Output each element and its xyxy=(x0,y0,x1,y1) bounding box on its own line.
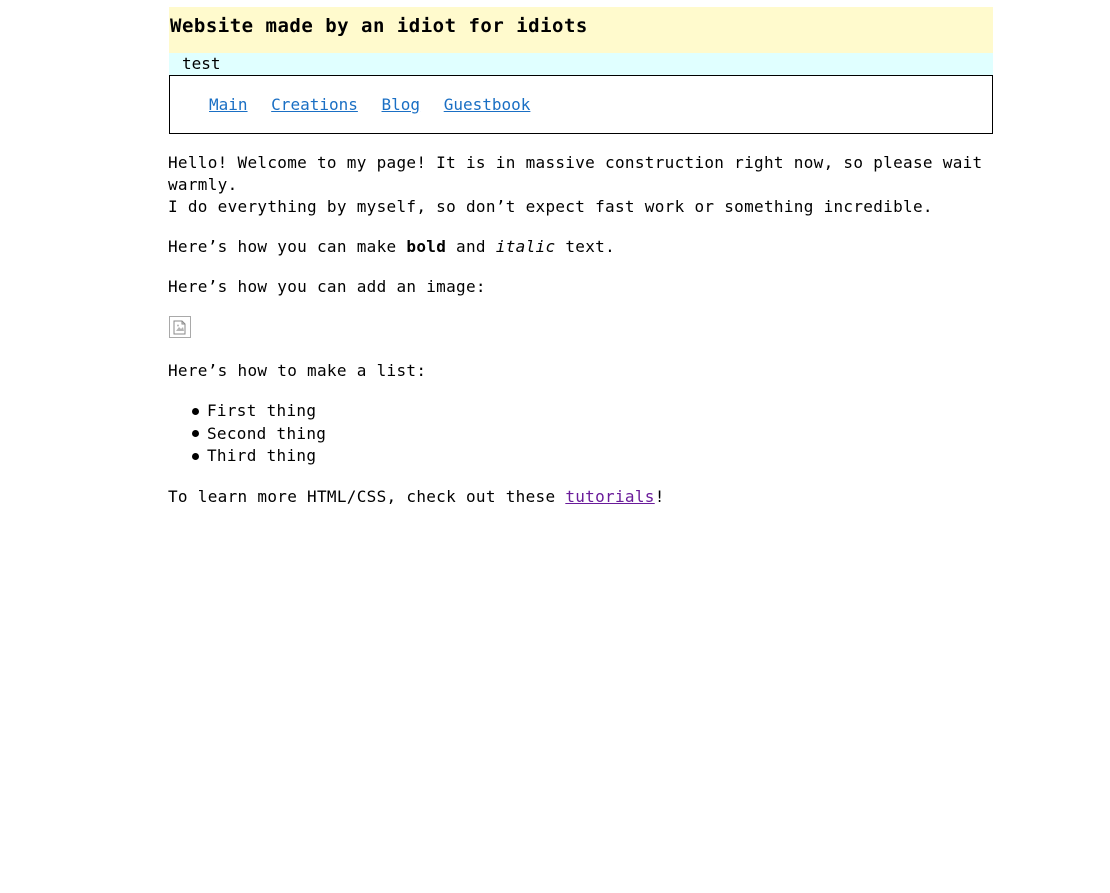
list-intro: Here’s how to make a list: xyxy=(168,361,427,380)
image-intro: Here’s how you can add an image: xyxy=(168,277,486,296)
subtitle-bar: test xyxy=(169,53,993,75)
list-item: Third thing xyxy=(192,445,993,468)
welcome-paragraph: Hello! Welcome to my page! It is in mass… xyxy=(168,152,993,218)
nav-link-blog[interactable]: Blog xyxy=(382,95,421,114)
broken-image-icon xyxy=(169,316,191,338)
list-item: Second thing xyxy=(192,423,993,446)
list-item: First thing xyxy=(192,400,993,423)
format-prefix: Here’s how you can make xyxy=(168,237,407,256)
list-item-text: First thing xyxy=(207,401,317,420)
subtitle-text: test xyxy=(182,54,221,73)
bullet-icon xyxy=(192,430,199,438)
bold-example: bold xyxy=(406,237,447,256)
format-suffix: text. xyxy=(555,237,616,256)
nav-link-main[interactable]: Main xyxy=(209,95,248,114)
welcome-line-1: Hello! Welcome to my page! It is in mass… xyxy=(168,153,983,194)
tutorials-link[interactable]: tutorials xyxy=(565,487,654,506)
list-item-text: Third thing xyxy=(207,446,317,465)
format-paragraph: Here’s how you can make bold and italic … xyxy=(168,236,993,258)
learn-suffix: ! xyxy=(654,486,665,506)
bullet-icon xyxy=(192,407,199,415)
nav-link-guestbook[interactable]: Guestbook xyxy=(444,95,531,114)
welcome-line-2: I do everything by myself, so don’t expe… xyxy=(168,197,933,216)
bullet-icon xyxy=(192,452,199,460)
italic-example: italic xyxy=(495,237,556,256)
site-title: Website made by an idiot for idiots xyxy=(170,15,588,37)
learn-prefix: To learn more HTML/CSS, check out these xyxy=(168,486,566,506)
example-list: First thing Second thing Third thing xyxy=(168,400,993,468)
nav-bar: Main Creations Blog Guestbook xyxy=(169,75,993,134)
format-middle: and xyxy=(446,237,496,256)
page: Website made by an idiot for idiots test… xyxy=(168,0,993,508)
learn-more-paragraph: To learn more HTML/CSS, check out these … xyxy=(168,486,993,508)
list-item-text: Second thing xyxy=(207,423,327,443)
site-header: Website made by an idiot for idiots xyxy=(169,7,993,53)
nav-link-creations[interactable]: Creations xyxy=(271,95,358,114)
main-content: Hello! Welcome to my page! It is in mass… xyxy=(168,134,993,508)
